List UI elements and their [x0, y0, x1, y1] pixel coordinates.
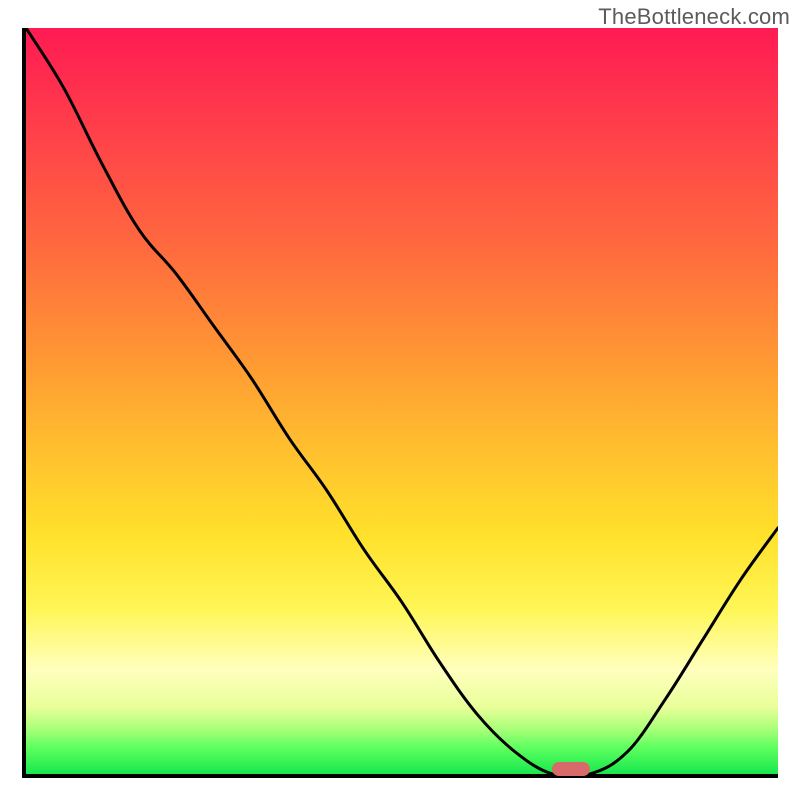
attribution-label: TheBottleneck.com	[598, 4, 790, 30]
optimum-marker	[552, 762, 590, 776]
bottleneck-curve	[26, 28, 778, 774]
plot-frame	[22, 28, 778, 778]
chart-container: TheBottleneck.com	[0, 0, 800, 800]
